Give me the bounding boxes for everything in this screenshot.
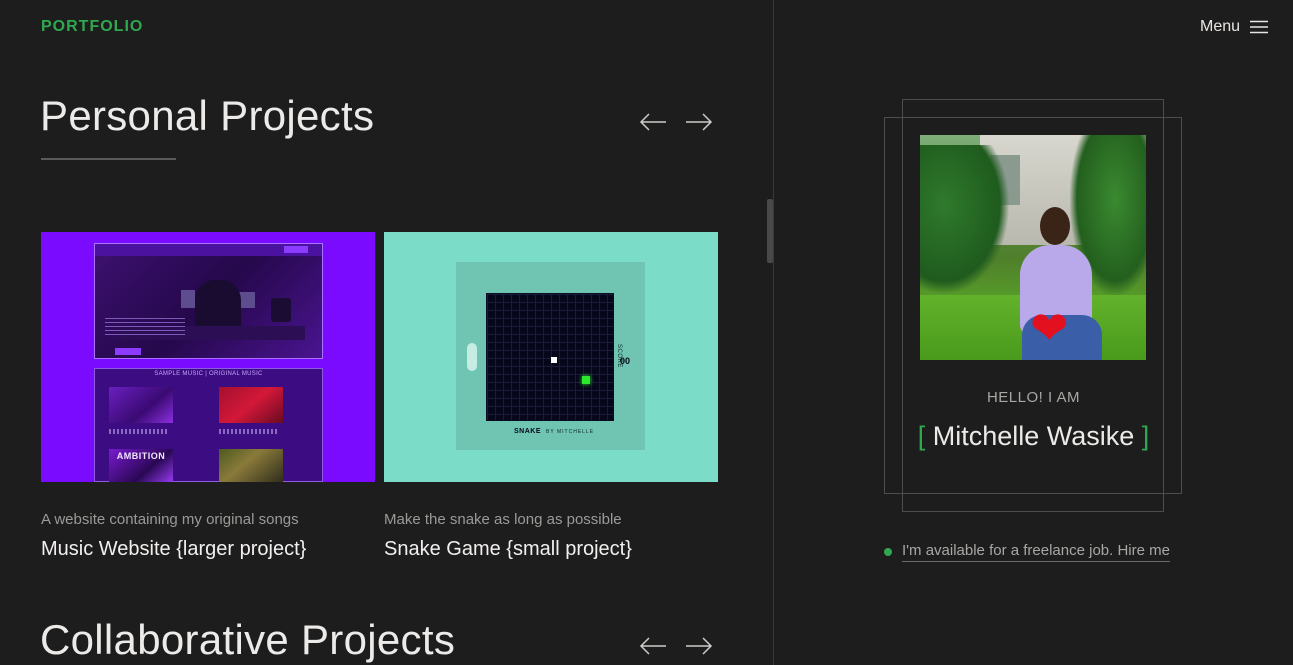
- snake-game-title: SNAKE: [514, 428, 542, 435]
- carousel-prev-button[interactable]: [639, 112, 667, 132]
- profile-name: Mitchelle Wasike: [932, 421, 1135, 451]
- song-tile-word: AMBITION: [116, 451, 166, 461]
- carousel-prev-button[interactable]: [639, 636, 667, 656]
- snake-game-frame: SCORE 00 SNAKE BY MITCHELLE: [456, 262, 645, 450]
- song-caption: [219, 429, 279, 434]
- song-caption: [109, 429, 169, 434]
- music-site-nav-button: [284, 246, 308, 253]
- hero-text: [105, 318, 185, 338]
- project-card-snake-game[interactable]: SCORE 00 SNAKE BY MITCHELLE Make the sna…: [384, 232, 718, 561]
- songs-heading: SAMPLE MUSIC | ORIGINAL MUSIC: [154, 371, 263, 377]
- studio-speaker: [271, 298, 291, 322]
- hire-me-link[interactable]: I'm available for a freelance job. Hire …: [884, 542, 1170, 562]
- snake-board: [486, 293, 614, 421]
- carousel-next-button[interactable]: [685, 112, 713, 132]
- song-tile: [109, 387, 173, 423]
- arrow-right-icon: [686, 113, 713, 131]
- music-site-hero: [94, 243, 323, 359]
- snake-byline: BY MITCHELLE: [546, 429, 595, 435]
- menu-label: Menu: [1200, 18, 1241, 35]
- song-tile: [219, 387, 283, 423]
- profile-name-row: [ Mitchelle Wasike ]: [774, 421, 1293, 452]
- snake-head: [551, 357, 557, 363]
- hero-button: [115, 348, 141, 355]
- snake-pause-pill: [467, 343, 477, 371]
- project-description: A website containing my original songs: [41, 511, 299, 528]
- title-underline: [41, 158, 176, 160]
- bracket-open: [: [917, 421, 926, 451]
- greeting: HELLO! I AM: [986, 389, 1081, 406]
- project-thumbnail-snake-game[interactable]: SCORE 00 SNAKE BY MITCHELLE: [384, 232, 718, 482]
- left-pane: PORTFOLIO Personal Projects SAMPLE MUSIC…: [0, 0, 773, 665]
- heart-icon: ❤: [1030, 302, 1069, 354]
- photo-head: [1040, 207, 1070, 245]
- project-title[interactable]: Snake Game {small project}: [384, 538, 718, 561]
- hamburger-icon: [1250, 20, 1269, 34]
- menu-button[interactable]: Menu: [1200, 18, 1269, 36]
- project-title[interactable]: Music Website {larger project}: [41, 538, 375, 561]
- bracket-close: ]: [1141, 421, 1150, 451]
- logo[interactable]: PORTFOLIO: [41, 18, 143, 36]
- project-thumbnail-music-website[interactable]: SAMPLE MUSIC | ORIGINAL MUSIC AMBITION: [41, 232, 375, 482]
- photo-palm: [920, 145, 1010, 295]
- project-description: Make the snake as long as possible: [384, 511, 622, 528]
- music-site-nav: [95, 244, 322, 256]
- snake-food: [582, 376, 590, 384]
- arrow-left-icon: [639, 113, 666, 131]
- song-tile: AMBITION: [109, 449, 173, 482]
- section-title-personal-projects: Personal Projects: [40, 92, 375, 139]
- snake-score: 00: [620, 356, 631, 366]
- section-title-collaborative-projects: Collaborative Projects: [40, 616, 456, 663]
- project-card-music-website[interactable]: SAMPLE MUSIC | ORIGINAL MUSIC AMBITION A…: [41, 232, 375, 561]
- arrow-right-icon: [686, 637, 713, 655]
- song-tile: [219, 449, 283, 482]
- studio-monitor: [181, 290, 195, 308]
- status-dot-icon: [884, 548, 892, 556]
- availability-text[interactable]: I'm available for a freelance job. Hire …: [902, 542, 1170, 562]
- carousel-next-button[interactable]: [685, 636, 713, 656]
- profile-photo: ❤: [920, 135, 1146, 360]
- right-pane: Menu ❤ HELLO! I AM [ Mitchelle Wasike ] …: [774, 0, 1293, 665]
- arrow-left-icon: [639, 637, 666, 655]
- studio-monitor: [239, 292, 255, 308]
- music-site-songs: SAMPLE MUSIC | ORIGINAL MUSIC AMBITION: [94, 368, 323, 482]
